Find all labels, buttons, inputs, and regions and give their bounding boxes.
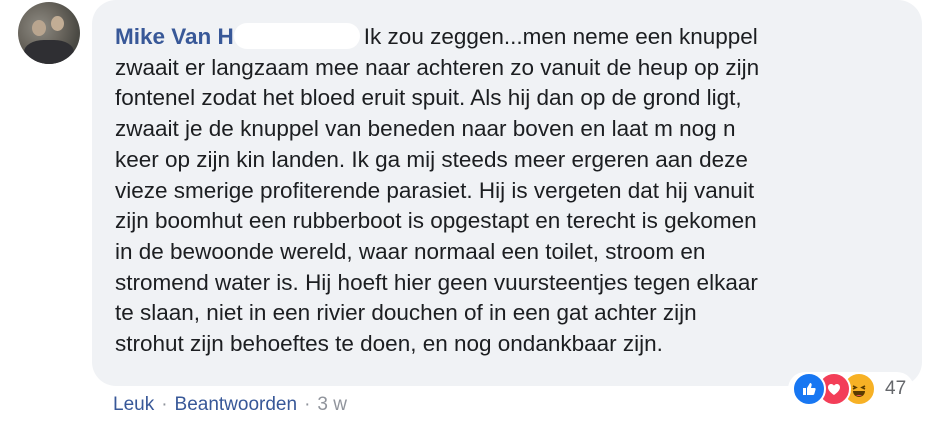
comment-line: fontenel zodat het bloed eruit spuit. Al… [115, 85, 742, 111]
comment-line: stromend water is. Hij hoeft hier geen v… [115, 269, 758, 295]
comment-actions: Leuk · Beantwoorden · 3 w [113, 394, 347, 416]
avatar-face [51, 16, 64, 31]
author-name[interactable]: Mike Van H [115, 24, 234, 49]
comment-line: keer op zijn kin landen. Ik ga mij steed… [115, 146, 748, 172]
avatar-body [24, 40, 74, 64]
avatar-face [32, 20, 46, 36]
comment-line: te slaan, niet in een rivier douchen of … [115, 300, 697, 326]
reaction-count: 47 [885, 378, 907, 399]
timestamp[interactable]: 3 w [317, 394, 347, 416]
comment-line: zwaait je de knuppel van beneden naar bo… [115, 116, 736, 142]
comment-line: vieze smerige profiterende parasiet. Hij… [115, 177, 755, 203]
comment-text: Mike Van H Ik zou zeggen...men neme een k… [115, 22, 915, 360]
comment-line: in de bewoonde wereld, waar normaal een … [115, 238, 706, 264]
comment-line-text: Ik zou zeggen...men neme een knuppel [363, 24, 758, 49]
comment-line: Mike Van H Ik zou zeggen...men neme een k… [115, 22, 915, 53]
comment-line: strohut zijn behoeftes te doen, en nog o… [115, 331, 663, 357]
separator: · [304, 394, 311, 415]
like-icon [792, 372, 826, 406]
reactions-summary[interactable]: 47 [788, 372, 915, 406]
separator: · [161, 394, 168, 415]
avatar[interactable] [18, 2, 80, 64]
reply-link[interactable]: Beantwoorden [175, 394, 298, 416]
comment-line: zwaait er langzaam mee naar achteren zo … [115, 54, 760, 80]
comment-line: zijn boomhut een rubberboot is opgestapt… [115, 208, 757, 234]
redaction-mark [233, 23, 360, 49]
like-link[interactable]: Leuk [113, 394, 154, 416]
